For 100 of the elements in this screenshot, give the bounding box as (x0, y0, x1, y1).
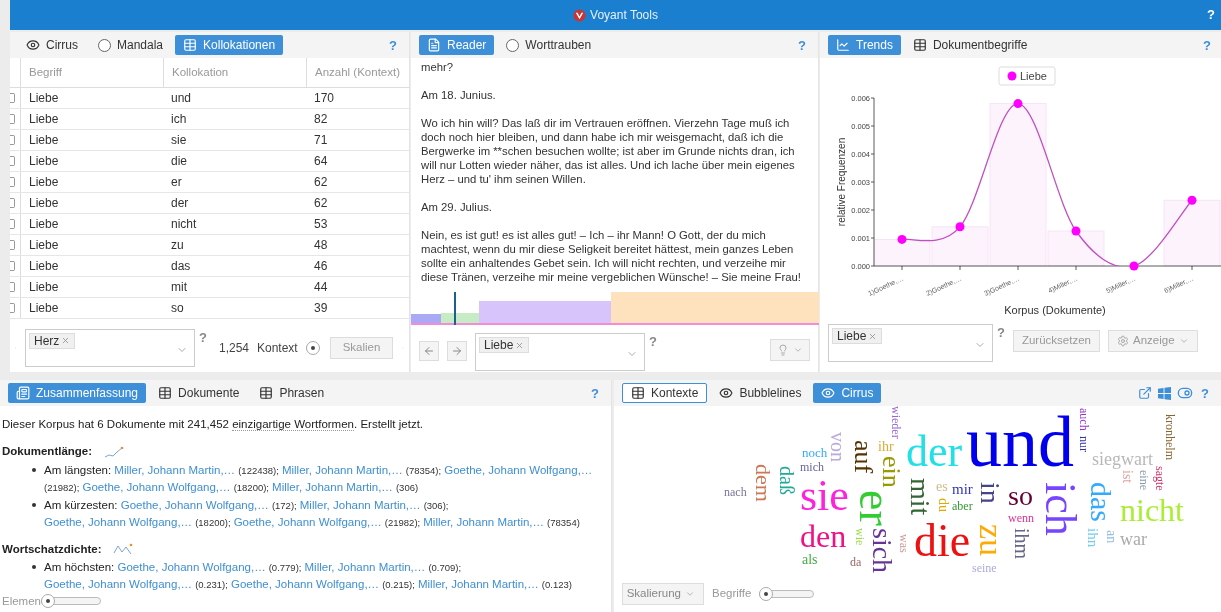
tab[interactable]: Kontexte (622, 383, 708, 403)
data-point[interactable] (1187, 195, 1197, 205)
tab[interactable]: Bubblelines (711, 383, 810, 403)
help-button[interactable]: ? (587, 386, 603, 400)
help-button[interactable]: ? (649, 335, 657, 348)
query-tag[interactable]: Liebe (832, 328, 883, 344)
toggle-icon[interactable] (1177, 385, 1194, 401)
cloud-word[interactable]: siegwart (1092, 450, 1153, 468)
cloud-word[interactable]: war (1120, 530, 1147, 548)
document-link[interactable]: Goethe, Johann Wolfgang,… (444, 463, 593, 476)
document-density-chart[interactable] (411, 292, 819, 325)
data-point[interactable] (955, 222, 965, 232)
cloud-word[interactable]: von (828, 432, 848, 462)
chart-legend[interactable]: Liebe (998, 66, 1056, 86)
document-link[interactable]: Miller, Johann Martin,… (423, 515, 545, 528)
cloud-word[interactable]: das (1086, 482, 1116, 522)
remove-icon[interactable] (515, 340, 525, 350)
windows-icon[interactable] (1158, 386, 1172, 400)
query-tag[interactable]: Liebe (479, 337, 530, 353)
row-checkbox[interactable] (10, 282, 15, 292)
remove-icon[interactable] (868, 331, 878, 341)
column-header[interactable]: Anzahl (Kontext) (306, 58, 409, 87)
help-button[interactable]: ? (1207, 5, 1215, 25)
row-checkbox[interactable] (10, 177, 15, 187)
radio-button[interactable] (98, 38, 111, 52)
tag-field[interactable]: Liebe (475, 333, 645, 371)
help-button[interactable]: ? (385, 38, 401, 52)
document-link[interactable]: Goethe, Johann Wolfgang,… (233, 515, 382, 528)
cloud-word[interactable]: noch (802, 446, 828, 459)
cloud-word[interactable]: du (936, 498, 950, 512)
tab[interactable]: Mandala (90, 35, 172, 55)
document-link[interactable]: Goethe, Johann Wolfgang,… (44, 515, 193, 528)
data-point[interactable] (1129, 261, 1139, 271)
cloud-word[interactable]: auch (1078, 408, 1090, 431)
tag-field[interactable]: Herz (25, 328, 195, 367)
data-point[interactable] (1071, 226, 1081, 236)
tab[interactable]: Cirrus (18, 35, 86, 55)
cloud-word[interactable]: ihr (878, 440, 894, 454)
next-button[interactable] (447, 341, 467, 361)
tag-field[interactable]: Liebe (828, 324, 993, 362)
highlight-dropdown[interactable] (770, 339, 810, 361)
help-button[interactable]: ? (997, 326, 1005, 339)
cloud-word[interactable]: ist (1120, 470, 1134, 484)
cloud-word[interactable]: in (976, 482, 1004, 504)
column-header[interactable]: Kollokation (163, 58, 306, 87)
row-checkbox[interactable] (10, 135, 15, 145)
cloud-word[interactable]: sie (800, 474, 849, 518)
document-link[interactable]: Goethe, Johann Wolfgang,… (231, 577, 380, 590)
cloud-word[interactable]: da (850, 556, 862, 568)
cloud-word[interactable]: daß (777, 466, 797, 495)
external-link-icon[interactable] (1138, 386, 1153, 400)
cloud-word[interactable]: sich (868, 528, 896, 574)
data-point[interactable] (897, 234, 907, 244)
cloud-word[interactable]: aber (952, 500, 973, 512)
document-link[interactable]: Miller, Johann Martin,… (114, 463, 236, 476)
tab[interactable]: Zusammenfassung (8, 383, 147, 403)
radio-button[interactable] (506, 38, 520, 52)
cloud-word[interactable]: an (1104, 530, 1118, 544)
cloud-word[interactable]: er (852, 490, 898, 526)
row-checkbox[interactable] (10, 114, 15, 124)
help-button[interactable]: ? (1197, 386, 1213, 400)
reset-button[interactable]: Zurücksetzen (1012, 330, 1100, 352)
document-link[interactable]: Miller, Johann Martin,… (299, 498, 421, 511)
tab[interactable]: Trends (828, 35, 901, 55)
tab[interactable]: Kollokationen (175, 35, 284, 55)
cloud-word[interactable]: eine (1138, 470, 1150, 490)
cloud-word[interactable]: auf (850, 440, 876, 474)
tab[interactable]: Reader (419, 35, 495, 55)
tab[interactable]: Phrasen (251, 383, 333, 403)
row-checkbox[interactable] (10, 219, 15, 229)
cloud-word[interactable]: es (936, 480, 948, 494)
row-checkbox[interactable] (10, 156, 15, 166)
scale-dropdown[interactable]: Skalierung (622, 583, 704, 605)
cloud-word[interactable]: seine (972, 562, 997, 574)
cloud-word[interactable]: nach (724, 486, 747, 498)
display-dropdown[interactable]: Anzeige (1108, 330, 1198, 352)
cloud-word[interactable]: und (966, 406, 1074, 478)
tab[interactable]: Dokumente (150, 383, 248, 403)
help-button[interactable]: ? (794, 38, 810, 52)
cloud-word[interactable]: dem (752, 464, 774, 502)
document-link[interactable]: Goethe, Johann Wolfgang,… (120, 498, 269, 511)
cloud-word[interactable]: als (802, 553, 818, 567)
help-button[interactable]: ? (1199, 38, 1215, 52)
row-checkbox[interactable] (10, 261, 15, 271)
document-link[interactable]: Miller, Johann Martin,… (281, 463, 403, 476)
column-header[interactable]: Begriff (20, 58, 163, 87)
document-link[interactable]: Goethe, Johann Wolfgang,… (82, 480, 231, 493)
document-link[interactable]: Miller, Johann Martin,… (304, 560, 426, 573)
cloud-word[interactable]: mir (952, 482, 973, 497)
cloud-word[interactable]: nur (1078, 436, 1090, 452)
previous-button[interactable] (419, 341, 439, 361)
cloud-word[interactable]: was (898, 534, 910, 553)
row-checkbox[interactable] (10, 93, 15, 103)
cloud-word[interactable]: ich (1038, 482, 1082, 536)
scale-button[interactable]: Skalien (329, 336, 394, 359)
cloud-word[interactable]: wieder (890, 406, 902, 439)
tab[interactable]: Dokumentbegriffe (904, 35, 1036, 55)
tab[interactable]: Worttrauben (498, 35, 600, 55)
cloud-word[interactable]: die (914, 518, 971, 564)
remove-icon[interactable] (61, 336, 71, 345)
